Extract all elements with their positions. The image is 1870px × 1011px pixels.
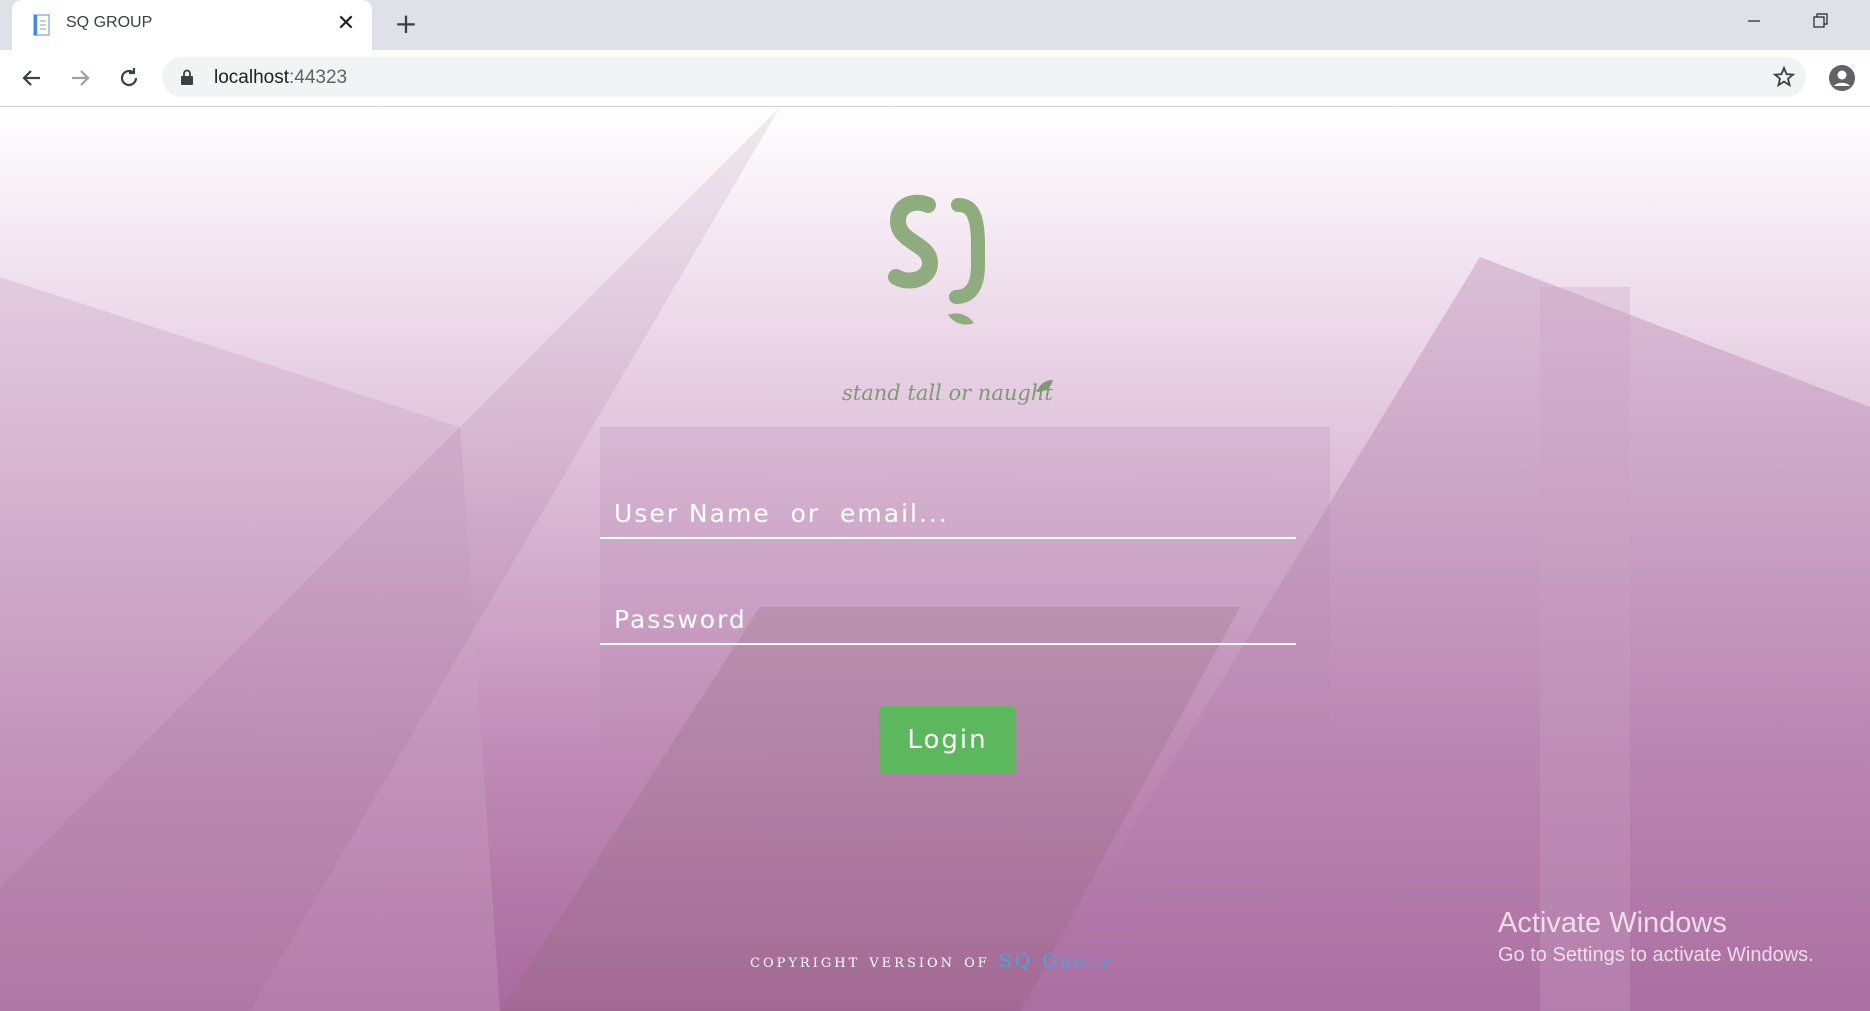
close-tab-icon[interactable]: ✕ [334, 12, 358, 36]
new-tab-button[interactable]: + [390, 9, 422, 41]
username-field [600, 489, 1296, 539]
lock-icon [181, 69, 193, 85]
tab-title: SQ GROUP [66, 14, 153, 31]
copyright-footer: copyright version of SQ Group [750, 950, 1113, 972]
browser-tab[interactable]: SQ GROUP ✕ [12, 0, 372, 50]
url-host: localhost [214, 67, 289, 88]
back-arrow-icon[interactable] [16, 62, 48, 94]
profile-avatar-icon[interactable] [1828, 64, 1856, 92]
forward-arrow-icon[interactable] [64, 62, 96, 94]
activate-windows-watermark: Activate Windows Go to Settings to activ… [1498, 907, 1814, 967]
activate-subtitle: Go to Settings to activate Windows. [1498, 944, 1814, 966]
login-page: stand tall or naught Login copyright ver… [0, 107, 1870, 1011]
login-button[interactable]: Login [879, 706, 1016, 774]
sq-logo [888, 194, 985, 325]
restore-icon[interactable] [1798, 8, 1842, 36]
copyright-text: copyright version of [750, 950, 990, 972]
url-text: localhost:44323 [214, 67, 347, 89]
reload-icon[interactable] [113, 62, 145, 94]
minimize-icon[interactable] [1732, 8, 1776, 36]
url-port: :44323 [289, 67, 348, 88]
browser-toolbar: localhost:44323 [0, 50, 1870, 107]
leaf-icon [1037, 380, 1053, 392]
password-field [600, 595, 1296, 645]
copyright-brand-link[interactable]: SQ Group [999, 950, 1113, 972]
username-input[interactable] [600, 489, 1296, 537]
activate-title: Activate Windows [1498, 907, 1727, 939]
password-input[interactable] [600, 595, 1296, 643]
bookmark-star-icon[interactable] [1772, 65, 1796, 89]
document-icon [33, 14, 50, 36]
address-bar[interactable]: localhost:44323 [162, 57, 1806, 97]
browser-tab-strip: SQ GROUP ✕ + [0, 0, 1870, 50]
tagline: stand tall or naught [842, 381, 1053, 405]
